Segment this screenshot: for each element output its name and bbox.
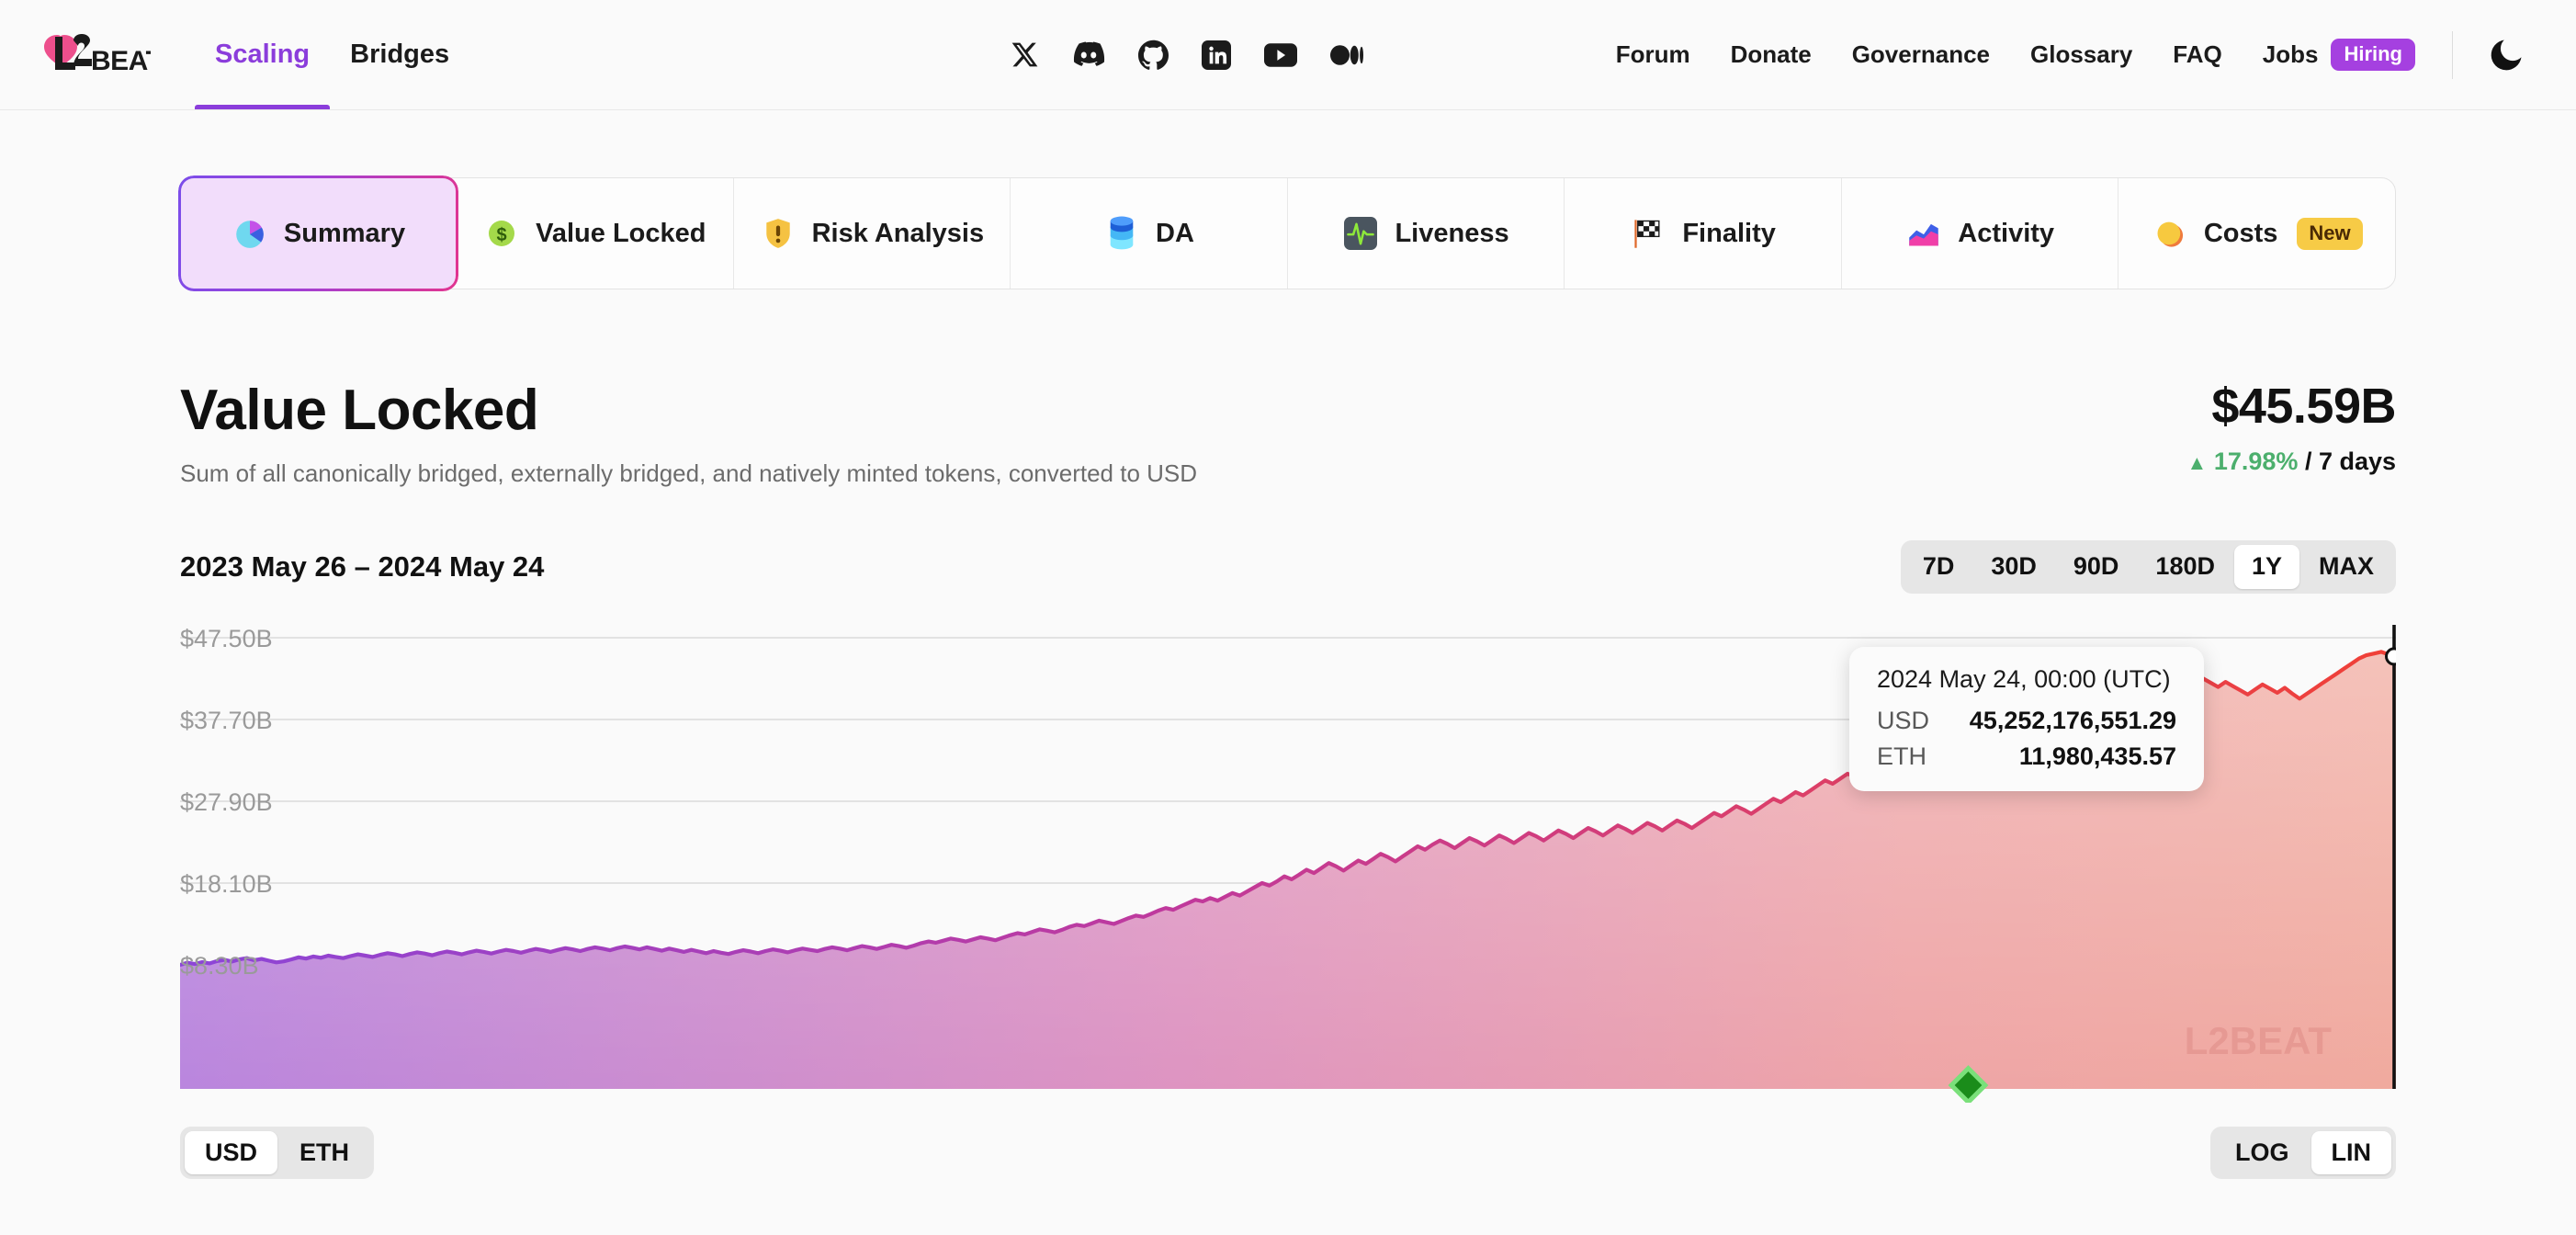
tooltip-row-eth: ETH 11,980,435.57 (1877, 742, 2176, 771)
tooltip-key: ETH (1877, 742, 1926, 771)
tab-label: Finality (1682, 219, 1776, 249)
tab-finality[interactable]: Finality (1565, 178, 1842, 289)
range-option-1y[interactable]: 1Y (2234, 545, 2299, 589)
chart-hover-point (2387, 649, 2397, 664)
range-option-90d[interactable]: 90D (2056, 545, 2137, 589)
nav-link-forum[interactable]: Forum (1596, 40, 1711, 69)
nav-link-donate[interactable]: Donate (1711, 40, 1832, 69)
total-value: $45.59B (2187, 378, 2396, 435)
tooltip-date: 2024 May 24, 00:00 (UTC) (1877, 665, 2176, 694)
moon-icon[interactable] (2480, 29, 2532, 81)
nav-link-glossary[interactable]: Glossary (2010, 40, 2152, 69)
scale-option-lin[interactable]: LIN (2311, 1131, 2392, 1175)
range-option-7d[interactable]: 7D (1905, 545, 1972, 589)
watermark-text: L2BEAT (2185, 1019, 2333, 1062)
l2beat-logo[interactable]: BEAT (42, 29, 151, 81)
tab-activity[interactable]: Activity (1842, 178, 2119, 289)
range-option-180d[interactable]: 180D (2138, 545, 2232, 589)
tooltip-key: USD (1877, 707, 1929, 735)
svg-text:BEAT: BEAT (91, 46, 151, 76)
tooltip-row-usd: USD 45,252,176,551.29 (1877, 707, 2176, 735)
change-percent: 17.98% (2214, 448, 2299, 475)
tab-label: Summary (284, 219, 405, 249)
change-period: / 7 days (2305, 448, 2396, 475)
checkered-flag-icon (1630, 215, 1666, 252)
pulse-icon (1342, 215, 1379, 252)
tooltip-value: 45,252,176,551.29 (1970, 707, 2176, 735)
nav-divider (2452, 31, 2453, 79)
tab-bar: Summary $ Value Locked (180, 177, 2396, 289)
time-range-selector: 7D 30D 90D 180D 1Y MAX (1901, 540, 2396, 594)
nav-link-jobs[interactable]: Jobs Hiring (2243, 39, 2435, 71)
tooltip-value: 11,980,435.57 (2019, 742, 2176, 771)
trend-up-icon: ▲ (2187, 451, 2208, 474)
secondary-nav-links: Forum Donate Governance Glossary FAQ Job… (1596, 29, 2532, 81)
area-chart-icon (1905, 215, 1942, 252)
discord-icon[interactable] (1072, 41, 1105, 69)
hiring-badge: Hiring (2331, 39, 2415, 71)
tab-da[interactable]: DA (1011, 178, 1288, 289)
chart-watermark: L2BEAT (2185, 1019, 2333, 1062)
pie-chart-icon (232, 215, 268, 252)
chart-tooltip: 2024 May 24, 00:00 (UTC) USD 45,252,176,… (1849, 647, 2204, 791)
jobs-label: Jobs (2263, 40, 2319, 69)
chart-range-row: 2023 May 26 – 2024 May 24 7D 30D 90D 180… (180, 540, 2396, 594)
database-icon (1103, 215, 1140, 252)
new-badge: New (2297, 218, 2362, 250)
social-links (1011, 40, 1363, 70)
page-title: Value Locked (180, 378, 1197, 443)
page-subtitle: Sum of all canonically bridged, external… (180, 459, 1197, 488)
nav-link-bridges[interactable]: Bridges (330, 0, 469, 109)
coin-icon (2152, 215, 2188, 252)
tab-label: Liveness (1395, 219, 1508, 249)
tab-label: DA (1156, 219, 1194, 249)
chart-bottom-controls: USD ETH LOG LIN (180, 1127, 2396, 1180)
tab-label: Activity (1958, 219, 2054, 249)
currency-option-usd[interactable]: USD (185, 1131, 277, 1175)
tab-value-locked[interactable]: $ Value Locked (457, 178, 734, 289)
currency-toggle: USD ETH (180, 1127, 374, 1180)
header-left: Value Locked Sum of all canonically brid… (180, 378, 1197, 488)
youtube-icon[interactable] (1264, 43, 1297, 67)
x-icon[interactable] (1011, 40, 1039, 69)
header-right: $45.59B ▲ 17.98% / 7 days (2187, 378, 2396, 476)
tab-label: Value Locked (536, 219, 706, 249)
currency-option-eth[interactable]: ETH (279, 1131, 369, 1175)
date-range-label: 2023 May 26 – 2024 May 24 (180, 550, 544, 584)
scale-toggle: LOG LIN (2210, 1127, 2396, 1180)
tab-risk-analysis[interactable]: Risk Analysis (734, 178, 1011, 289)
primary-nav-links: Scaling Bridges (195, 0, 469, 109)
value-locked-header: Value Locked Sum of all canonically brid… (180, 378, 2396, 488)
scale-option-log[interactable]: LOG (2215, 1131, 2310, 1175)
nav-link-governance[interactable]: Governance (1832, 40, 2010, 69)
nav-link-faq[interactable]: FAQ (2152, 40, 2242, 69)
range-option-30d[interactable]: 30D (1973, 545, 2054, 589)
tab-summary[interactable]: Summary (180, 177, 457, 289)
nav-link-scaling[interactable]: Scaling (195, 0, 330, 109)
tab-liveness[interactable]: Liveness (1288, 178, 1565, 289)
tab-label: Costs (2204, 219, 2278, 249)
tab-label: Risk Analysis (812, 219, 985, 249)
value-change: ▲ 17.98% / 7 days (2187, 448, 2396, 476)
tab-bar-wrapper: Summary $ Value Locked (180, 110, 2396, 289)
value-locked-chart[interactable]: L2BEAT $47.50B $37.70B $27.90B $18.10B $… (180, 625, 2396, 1103)
github-icon[interactable] (1138, 40, 1169, 70)
tab-costs[interactable]: Costs New (2118, 178, 2395, 289)
medium-icon[interactable] (1330, 44, 1363, 66)
shield-warning-icon (760, 215, 797, 252)
money-bag-icon: $ (483, 215, 520, 252)
svg-text:$: $ (497, 225, 507, 245)
top-navigation: BEAT Scaling Bridges Forum Donate Govern… (0, 0, 2576, 110)
range-option-max[interactable]: MAX (2301, 545, 2391, 589)
linkedin-icon[interactable] (1202, 40, 1231, 70)
